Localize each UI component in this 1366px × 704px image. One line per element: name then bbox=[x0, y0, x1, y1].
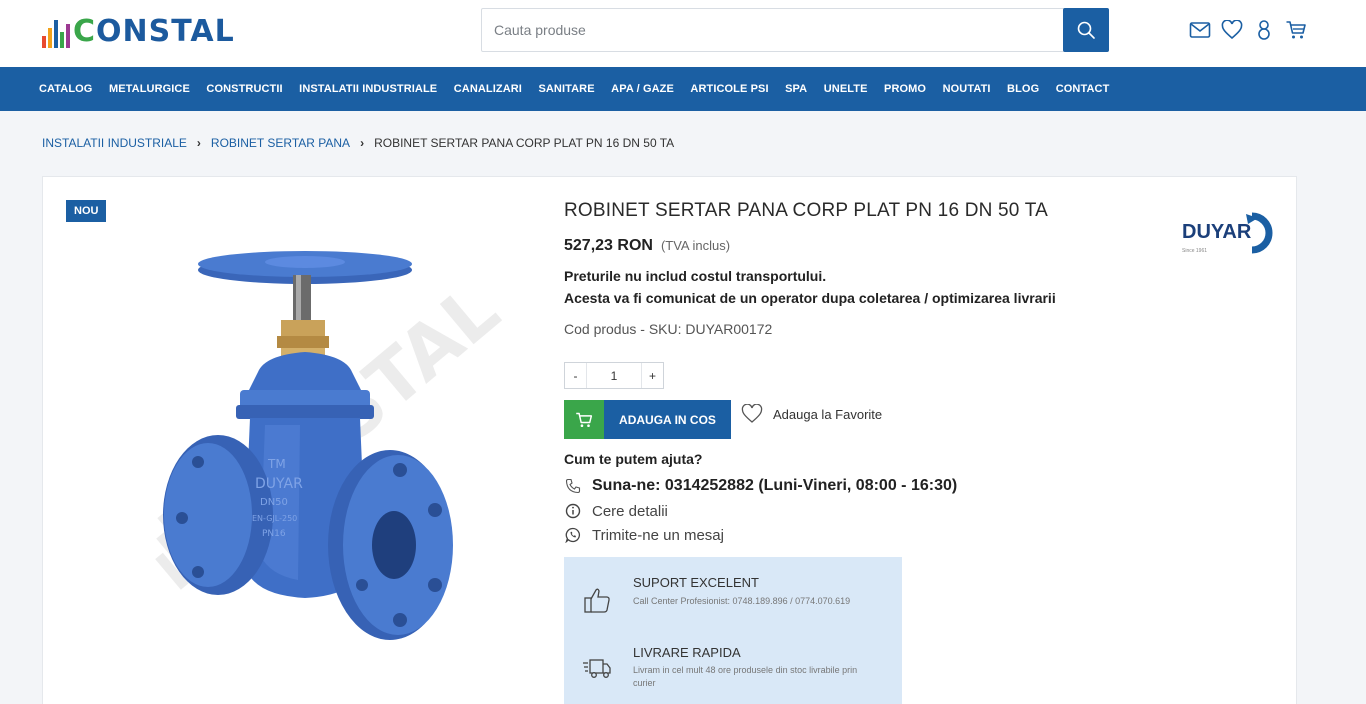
delivery-truck-icon bbox=[580, 652, 614, 686]
product-sku: Cod produs - SKU: DUYAR00172 bbox=[564, 321, 773, 337]
logo-bars-icon bbox=[42, 18, 70, 48]
help-title: Cum te putem ajuta? bbox=[564, 451, 703, 467]
search-button[interactable] bbox=[1063, 8, 1109, 52]
nav-item-canalizari[interactable]: CANALIZARI bbox=[454, 83, 522, 95]
heart-icon bbox=[741, 404, 763, 423]
nav-item-spa[interactable]: SPA bbox=[785, 83, 807, 95]
product-price: 527,23 RON bbox=[564, 237, 653, 254]
brand-subtitle: Since 1961 bbox=[1182, 248, 1207, 254]
price-row: 527,23 RON (TVA inclus) bbox=[564, 237, 730, 255]
valve-marking-pn: PN16 bbox=[262, 529, 286, 539]
breadcrumb-current: ROBINET SERTAR PANA CORP PLAT PN 16 DN 5… bbox=[374, 136, 675, 150]
add-to-favorites-label: Adauga la Favorite bbox=[773, 406, 883, 422]
request-details-link[interactable]: Cere detalii bbox=[564, 502, 668, 520]
search-box bbox=[481, 8, 1109, 52]
info-icon bbox=[564, 502, 582, 520]
nav-item-apa-gaze[interactable]: APA / GAZE bbox=[611, 83, 674, 95]
breadcrumb-link-robinet[interactable]: ROBINET SERTAR PANA bbox=[211, 136, 350, 150]
valve-marking-dn: DN50 bbox=[260, 497, 288, 508]
nav-item-metalurgice[interactable]: METALURGICE bbox=[109, 83, 190, 95]
nav-item-articole-psi[interactable]: ARTICOLE PSI bbox=[690, 83, 768, 95]
add-to-cart-button[interactable]: ADAUGA IN COS bbox=[564, 400, 731, 439]
search-input[interactable] bbox=[482, 9, 1064, 51]
nav-item-unelte[interactable]: UNELTE bbox=[824, 83, 868, 95]
cart-icon[interactable] bbox=[1284, 18, 1308, 42]
vat-note: (TVA inclus) bbox=[660, 238, 731, 253]
breadcrumb-separator: › bbox=[196, 136, 201, 150]
valve-marking-material: EN-GJL-250 bbox=[252, 514, 297, 523]
main-nav: CATALOG METALURGICE CONSTRUCTII INSTALAT… bbox=[0, 67, 1366, 111]
nav-item-contact[interactable]: CONTACT bbox=[1056, 83, 1110, 95]
quantity-stepper: - + bbox=[564, 362, 664, 389]
product-title: ROBINET SERTAR PANA CORP PLAT PN 16 DN 5… bbox=[564, 200, 1048, 221]
phone-icon bbox=[564, 477, 582, 495]
add-to-cart-label: ADAUGA IN COS bbox=[604, 400, 731, 439]
support-box: SUPORT EXCELENT Call Center Profesionist… bbox=[564, 557, 902, 704]
search-icon bbox=[1077, 21, 1095, 39]
nav-item-promo[interactable]: PROMO bbox=[884, 83, 926, 95]
support-desc: Livram in cel mult 48 ore produsele din … bbox=[633, 665, 858, 688]
product-image[interactable]: CONSTAL TM DUYAR DN50 EN-GJL-250 PN16 bbox=[100, 200, 540, 670]
nav-item-constructii[interactable]: CONSTRUCTII bbox=[206, 83, 282, 95]
phone-text: Suna-ne: 0314252882 (Luni-Vineri, 08:00 … bbox=[592, 477, 958, 494]
phone-contact[interactable]: Suna-ne: 0314252882 (Luni-Vineri, 08:00 … bbox=[564, 477, 957, 495]
heart-icon[interactable] bbox=[1220, 18, 1244, 42]
support-title: LIVRARE RAPIDA bbox=[633, 645, 741, 660]
nav-item-sanitare[interactable]: SANITARE bbox=[538, 83, 594, 95]
brand-logo[interactable]: DUYAR Since 1961 bbox=[1180, 208, 1280, 258]
mail-icon[interactable] bbox=[1188, 18, 1212, 42]
site-logo[interactable]: CONSTAL bbox=[42, 14, 235, 48]
logo-text: CONSTAL bbox=[73, 14, 235, 49]
user-icon[interactable] bbox=[1252, 18, 1276, 42]
qty-input[interactable] bbox=[587, 363, 641, 388]
qty-decrease-button[interactable]: - bbox=[565, 363, 587, 388]
whatsapp-icon bbox=[564, 526, 582, 544]
thumbs-up-icon bbox=[580, 583, 614, 617]
request-details-text: Cere detalii bbox=[592, 502, 668, 520]
breadcrumb-link-instalatii[interactable]: INSTALATII INDUSTRIALE bbox=[42, 136, 187, 150]
breadcrumb: INSTALATII INDUSTRIALE › ROBINET SERTAR … bbox=[42, 136, 674, 150]
nav-item-catalog[interactable]: CATALOG bbox=[39, 83, 92, 95]
send-message-link[interactable]: Trimite-ne un mesaj bbox=[564, 526, 724, 544]
nav-item-noutati[interactable]: NOUTATI bbox=[943, 83, 991, 95]
header-actions bbox=[1188, 18, 1308, 42]
site-header: CONSTAL bbox=[0, 0, 1366, 67]
send-message-text: Trimite-ne un mesaj bbox=[592, 526, 724, 544]
valve-marking-brand: DUYAR bbox=[255, 476, 303, 492]
nav-item-instalatii-industriale[interactable]: INSTALATII INDUSTRIALE bbox=[299, 83, 437, 95]
qty-increase-button[interactable]: + bbox=[641, 363, 663, 388]
shipping-note-line-1: Preturile nu includ costul transportului… bbox=[564, 268, 827, 284]
brand-name: DUYAR bbox=[1182, 221, 1252, 243]
shipping-note-line-2: Acesta va fi comunicat de un operator du… bbox=[564, 290, 1056, 306]
support-desc: Call Center Profesionist: 0748.189.896 /… bbox=[633, 596, 851, 606]
breadcrumb-separator: › bbox=[360, 136, 365, 150]
add-to-favorites-link[interactable]: Adauga la Favorite bbox=[741, 404, 882, 424]
nav-item-blog[interactable]: BLOG bbox=[1007, 83, 1039, 95]
valve-marking-tm: TM bbox=[267, 457, 286, 471]
support-title: SUPORT EXCELENT bbox=[633, 575, 759, 590]
cart-icon bbox=[564, 400, 604, 439]
